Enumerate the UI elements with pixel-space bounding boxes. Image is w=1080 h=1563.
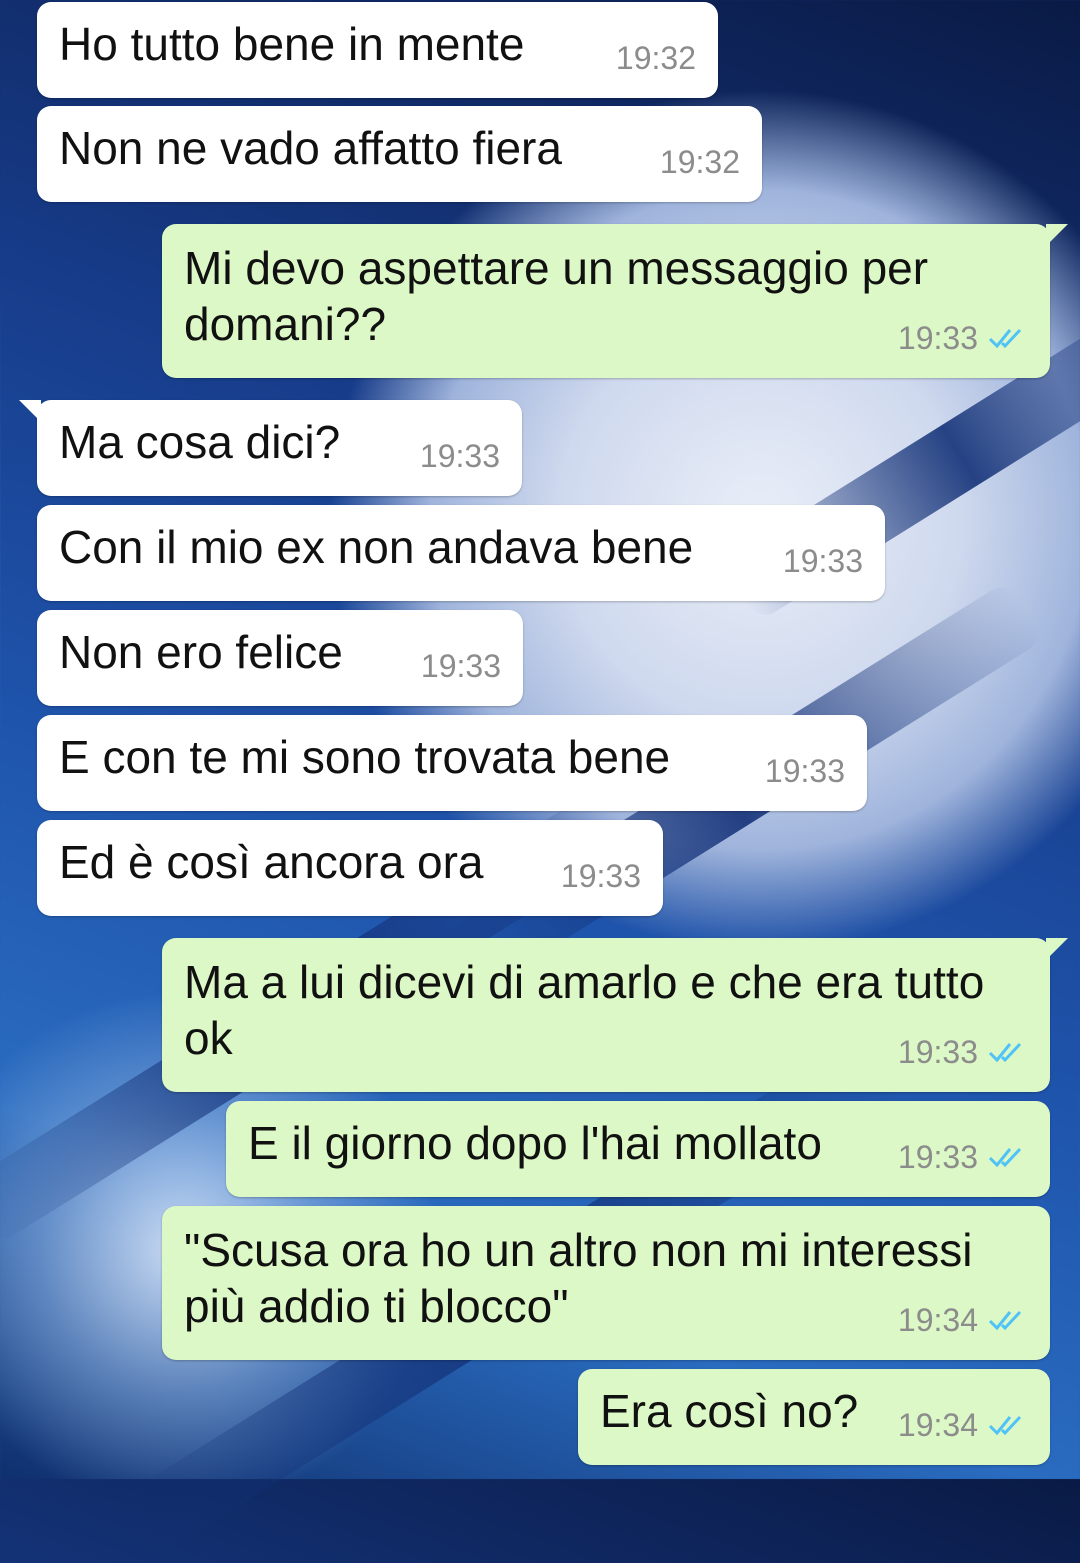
message-bubble-outgoing[interactable]: Era così no? 19:34 — [578, 1369, 1050, 1465]
message-bubble-outgoing[interactable]: Ma a lui dicevi di amarlo e che era tutt… — [162, 938, 1068, 1092]
message-time: 19:32 — [659, 144, 740, 180]
message-time: 19:34 — [898, 1397, 1028, 1453]
message-bubble-incoming[interactable]: Con il mio ex non andava bene 19:33 — [37, 505, 885, 601]
message-time: 19:33 — [782, 543, 863, 579]
message-bubble-incoming[interactable]: Ed è così ancora ora 19:33 — [37, 820, 663, 916]
message-text: Ma a lui dicevi di amarlo e che era tutt… — [184, 956, 985, 1064]
message-time: 19:33 — [420, 648, 501, 684]
read-double-check-icon — [988, 1042, 1022, 1063]
message-time: 19:33 — [560, 858, 641, 894]
message-text: Non ne vado affatto fiera — [59, 122, 562, 174]
message-time: 19:33 — [898, 1024, 1028, 1080]
message-text: Ed è così ancora ora — [59, 836, 484, 888]
message-bubble-incoming[interactable]: Non ero felice 19:33 — [37, 610, 523, 706]
message-time: 19:33 — [764, 753, 845, 789]
message-text: Con il mio ex non andava bene — [59, 521, 694, 573]
read-double-check-icon — [988, 1147, 1022, 1168]
read-double-check-icon — [988, 328, 1022, 349]
message-bubble-outgoing[interactable]: E il giorno dopo l'hai mollato 19:33 — [226, 1101, 1050, 1197]
message-bubble-outgoing[interactable]: "Scusa ora ho un altro non mi interessi … — [162, 1206, 1050, 1360]
message-text: Mi devo aspettare un messaggio per doman… — [184, 242, 929, 350]
message-bubble-incoming[interactable]: E con te mi sono trovata bene 19:33 — [37, 715, 867, 811]
message-time: 19:33 — [898, 1129, 1028, 1185]
message-time: 19:33 — [419, 438, 500, 474]
read-double-check-icon — [988, 1415, 1022, 1436]
message-time: 19:33 — [898, 310, 1028, 366]
message-text: E il giorno dopo l'hai mollato — [248, 1117, 822, 1169]
message-text: E con te mi sono trovata bene — [59, 731, 671, 783]
message-time: 19:34 — [898, 1292, 1028, 1348]
message-text: Era così no? — [600, 1385, 859, 1437]
read-double-check-icon — [988, 1310, 1022, 1331]
message-text: "Scusa ora ho un altro non mi interessi … — [184, 1224, 973, 1332]
message-time: 19:32 — [615, 40, 696, 76]
message-text: Ho tutto bene in mente — [59, 18, 525, 70]
message-text: Non ero felice — [59, 626, 343, 678]
message-bubble-incoming[interactable]: Ma cosa dici? 19:33 — [19, 400, 522, 496]
message-bubble-outgoing[interactable]: Mi devo aspettare un messaggio per doman… — [162, 224, 1068, 378]
message-bubble-incoming[interactable]: Ho tutto bene in mente 19:32 — [37, 2, 718, 98]
message-text: Ma cosa dici? — [59, 416, 341, 468]
message-bubble-incoming[interactable]: Non ne vado affatto fiera 19:32 — [37, 106, 762, 202]
